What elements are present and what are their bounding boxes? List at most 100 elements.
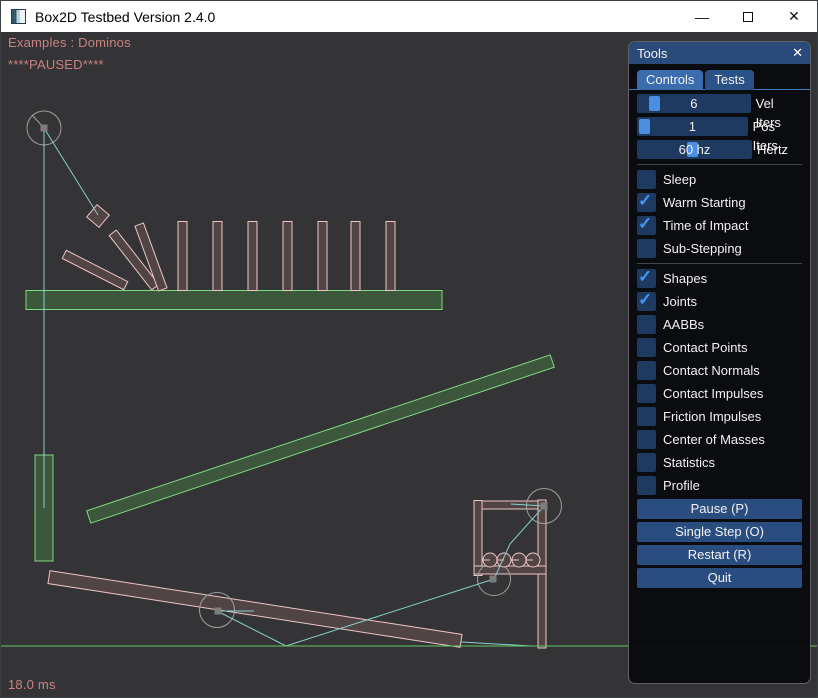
- checkbox-row[interactable]: Center of Masses: [637, 430, 802, 449]
- panel-button[interactable]: Restart (R): [637, 545, 802, 565]
- checkbox-label: Sleep: [663, 170, 696, 189]
- checkbox[interactable]: [637, 361, 656, 380]
- slider-label: Pos Iters: [753, 117, 802, 136]
- checkbox-label: Sub-Stepping: [663, 239, 742, 258]
- tools-panel-titlebar[interactable]: Tools ✕: [629, 42, 810, 64]
- checkbox-row[interactable]: Statistics: [637, 453, 802, 472]
- domino-upright-2: [213, 222, 222, 291]
- app-icon: [11, 9, 26, 24]
- separator: [637, 164, 802, 165]
- checkbox-row[interactable]: Contact Normals: [637, 361, 802, 380]
- slider-row: 1 Pos Iters: [637, 117, 802, 136]
- panel-button[interactable]: Single Step (O): [637, 522, 802, 542]
- frame-left-post: [474, 501, 482, 576]
- checkbox-row[interactable]: ✓ Time of Impact: [637, 216, 802, 235]
- checkbox-label: Time of Impact: [663, 216, 748, 235]
- checkbox-row[interactable]: Sleep: [637, 170, 802, 189]
- checkbox-group-draw: ✓ Shapes ✓ Joints: [637, 269, 802, 495]
- tools-panel-title: Tools: [637, 46, 667, 61]
- frame-time-label: 18.0 ms: [8, 677, 56, 692]
- slider-value: 6: [637, 94, 751, 113]
- domino-upright-3: [248, 222, 257, 291]
- maximize-button[interactable]: [725, 1, 771, 32]
- example-title: Examples : Dominos: [8, 35, 131, 50]
- checkbox[interactable]: [637, 407, 656, 426]
- tab[interactable]: Tests: [705, 70, 753, 90]
- checkbox[interactable]: [637, 476, 656, 495]
- checkbox-row[interactable]: ✓ Joints: [637, 292, 802, 311]
- checkbox-label: Statistics: [663, 453, 715, 472]
- checkbox-row[interactable]: Contact Impulses: [637, 384, 802, 403]
- checkbox-row[interactable]: Contact Points: [637, 338, 802, 357]
- panel-button[interactable]: Quit: [637, 568, 802, 588]
- check-icon: ✓: [638, 290, 652, 310]
- checkbox-label: Joints: [663, 292, 697, 311]
- checkbox[interactable]: [637, 315, 656, 334]
- checkbox[interactable]: [637, 430, 656, 449]
- button-group: Pause (P) Single Step (O) Restart (R) Qu…: [637, 499, 802, 588]
- anchor-frame-bottom: [490, 576, 497, 583]
- paused-indicator: ****PAUSED****: [8, 57, 104, 72]
- joint-ground-link: [461, 642, 531, 646]
- checkbox-row[interactable]: Friction Impulses: [637, 407, 802, 426]
- domino-upright-5: [318, 222, 327, 291]
- checkbox[interactable]: ✓: [637, 193, 656, 212]
- check-icon: ✓: [638, 214, 652, 234]
- checkbox[interactable]: ✓: [637, 216, 656, 235]
- checkbox-label: AABBs: [663, 315, 704, 334]
- slider-label: Vel Iters: [756, 94, 802, 113]
- domino-upright-4: [283, 222, 292, 291]
- minimize-button[interactable]: —: [679, 1, 725, 32]
- anchor-seesaw: [215, 608, 222, 615]
- anchor-pulley: [41, 125, 48, 132]
- checkbox[interactable]: [637, 453, 656, 472]
- checkbox[interactable]: ✓: [637, 292, 656, 311]
- anchor-frame-top: [541, 503, 548, 510]
- app-window: Box2D Testbed Version 2.4.0 — ✕ Examples…: [0, 0, 818, 698]
- separator: [637, 263, 802, 264]
- checkbox-label: Shapes: [663, 269, 707, 288]
- slider-row: 60 hz Hertz: [637, 140, 802, 159]
- checkbox-label: Friction Impulses: [663, 407, 761, 426]
- slider-track[interactable]: 60 hz: [637, 140, 752, 159]
- checkbox[interactable]: [637, 384, 656, 403]
- checkbox-row[interactable]: Profile: [637, 476, 802, 495]
- slider-value: 1: [637, 117, 748, 136]
- domino-fallen-1: [62, 250, 128, 289]
- checkbox-label: Center of Masses: [663, 430, 765, 449]
- frame-shelf: [474, 566, 546, 574]
- tabbar: Controls Tests: [637, 64, 802, 90]
- checkbox-label: Contact Points: [663, 338, 748, 357]
- checkbox-row[interactable]: AABBs: [637, 315, 802, 334]
- os-titlebar: Box2D Testbed Version 2.4.0 — ✕: [1, 1, 817, 32]
- checkbox[interactable]: [637, 338, 656, 357]
- checkbox-group-solver: Sleep ✓ Warm Starting ✓ Time of Im: [637, 170, 802, 258]
- panel-close-icon[interactable]: ✕: [792, 45, 803, 61]
- check-icon: ✓: [638, 191, 652, 211]
- close-button[interactable]: ✕: [771, 1, 817, 32]
- checkbox-row[interactable]: ✓ Shapes: [637, 269, 802, 288]
- checkbox-label: Contact Impulses: [663, 384, 763, 403]
- maximize-icon: [743, 12, 753, 22]
- joint-swing-rope: [44, 128, 98, 215]
- checkbox-row[interactable]: Sub-Stepping: [637, 239, 802, 258]
- slider-track[interactable]: 6: [637, 94, 751, 113]
- tools-panel: Tools ✕ Controls Tests 6: [628, 41, 811, 684]
- domino-upright-1: [178, 222, 187, 291]
- checkbox-row[interactable]: ✓ Warm Starting: [637, 193, 802, 212]
- domino-upright-6: [351, 222, 360, 291]
- checkbox[interactable]: [637, 170, 656, 189]
- window-title: Box2D Testbed Version 2.4.0: [35, 9, 215, 25]
- slider-track[interactable]: 1: [637, 117, 748, 136]
- checkbox-label: Profile: [663, 476, 700, 495]
- tab[interactable]: Controls: [637, 70, 703, 90]
- checkbox-label: Warm Starting: [663, 193, 746, 212]
- tilted-ramp: [87, 355, 555, 523]
- panel-button[interactable]: Pause (P): [637, 499, 802, 519]
- domino-platform: [26, 291, 442, 310]
- slider-row: 6 Vel Iters: [637, 94, 802, 113]
- checkbox[interactable]: ✓: [637, 269, 656, 288]
- checkbox-label: Contact Normals: [663, 361, 760, 380]
- checkbox[interactable]: [637, 239, 656, 258]
- domino-upright-7: [386, 222, 395, 291]
